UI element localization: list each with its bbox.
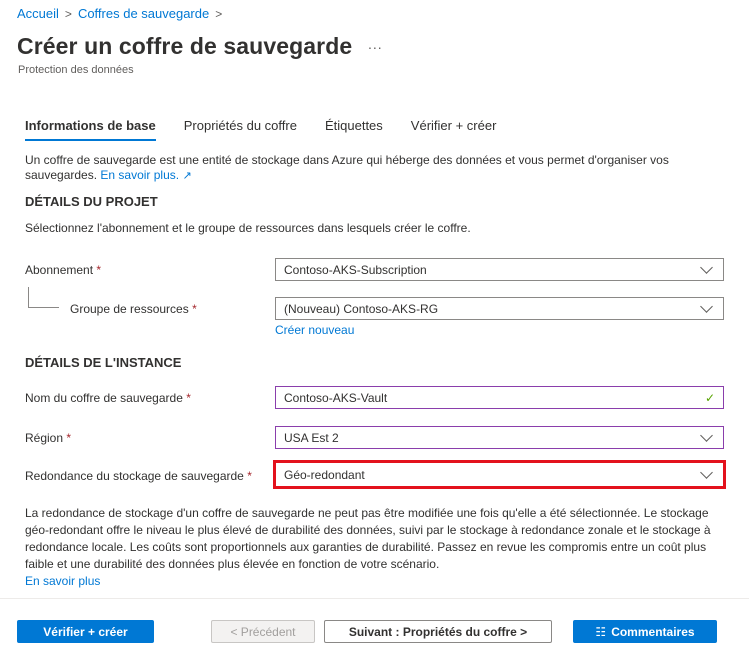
chevron-down-icon [700,465,713,479]
tab-vault-properties[interactable]: Propriétés du coffre [184,118,297,141]
breadcrumb-separator: > [215,6,223,21]
breadcrumb-separator: > [64,6,72,21]
next-button[interactable]: Suivant : Propriétés du coffre > [324,620,552,643]
tree-connector [28,287,59,308]
resource-group-value: (Nouveau) Contoso-AKS-RG [284,301,439,316]
region-value: USA Est 2 [284,430,339,445]
breadcrumb: Accueil > Coffres de sauvegarde > [17,6,222,21]
subscription-label-text: Abonnement [25,263,94,277]
more-options-icon[interactable]: ... [368,36,383,52]
instance-details-heading: DÉTAILS DE L'INSTANCE [25,355,182,370]
tab-basics[interactable]: Informations de base [25,118,156,141]
breadcrumb-backup-vaults[interactable]: Coffres de sauvegarde [78,6,209,21]
subscription-select[interactable]: Contoso-AKS-Subscription [275,258,724,281]
redundancy-label-text: Redondance du stockage de sauvegarde [25,469,244,483]
redundancy-value: Géo-redondant [284,467,365,482]
required-marker: * [66,431,72,445]
project-details-description: Sélectionnez l'abonnement et le groupe d… [25,221,471,235]
resource-group-label: Groupe de ressources * [70,302,197,316]
chevron-down-icon [700,260,713,274]
resource-group-label-text: Groupe de ressources [70,302,189,316]
previous-button[interactable]: < Précédent [211,620,315,643]
redundancy-note-text: La redondance de stockage d'un coffre de… [25,506,711,571]
required-marker: * [186,391,191,405]
tab-tags[interactable]: Étiquettes [325,118,383,141]
learn-more-link[interactable]: En savoir plus. [100,168,179,182]
required-marker: * [192,302,197,316]
vault-name-label: Nom du coffre de sauvegarde * [25,391,191,405]
breadcrumb-home[interactable]: Accueil [17,6,59,21]
project-details-heading: DÉTAILS DU PROJET [25,194,158,209]
page-title: Créer un coffre de sauvegarde [17,33,353,59]
vault-name-value: Contoso-AKS-Vault [284,390,388,405]
footer-divider [0,598,749,599]
feedback-button[interactable]: ☷ Commentaires [573,620,717,643]
checkmark-icon: ✓ [704,390,715,405]
chevron-down-icon [700,299,713,313]
redundancy-label: Redondance du stockage de sauvegarde * [25,469,252,483]
subscription-label: Abonnement * [25,263,101,277]
subscription-value: Contoso-AKS-Subscription [284,262,427,277]
feedback-label: Commentaires [611,624,695,639]
review-create-button[interactable]: Vérifier + créer [17,620,154,643]
page-subtitle: Protection des données [18,64,134,76]
chevron-down-icon [700,428,713,442]
redundancy-note: La redondance de stockage d'un coffre de… [25,505,725,590]
tab-review-create[interactable]: Vérifier + créer [411,118,497,141]
resource-group-select[interactable]: (Nouveau) Contoso-AKS-RG [275,297,724,320]
tab-bar: Informations de base Propriétés du coffr… [25,118,524,141]
intro-description: Un coffre de sauvegarde est une entité d… [25,153,725,184]
create-new-link[interactable]: Créer nouveau [275,323,354,337]
region-select[interactable]: USA Est 2 [275,426,724,449]
feedback-icon: ☷ [595,624,607,639]
redundancy-select[interactable]: Géo-redondant [275,463,724,486]
learn-more-link[interactable]: En savoir plus [25,573,725,590]
required-marker: * [247,469,252,483]
vault-name-input[interactable]: Contoso-AKS-Vault ✓ [275,386,724,409]
vault-name-label-text: Nom du coffre de sauvegarde [25,391,183,405]
region-label: Région * [25,431,71,445]
required-marker: * [96,263,102,277]
region-label-text: Région [25,431,64,445]
external-link-icon: ↗ [182,170,192,182]
